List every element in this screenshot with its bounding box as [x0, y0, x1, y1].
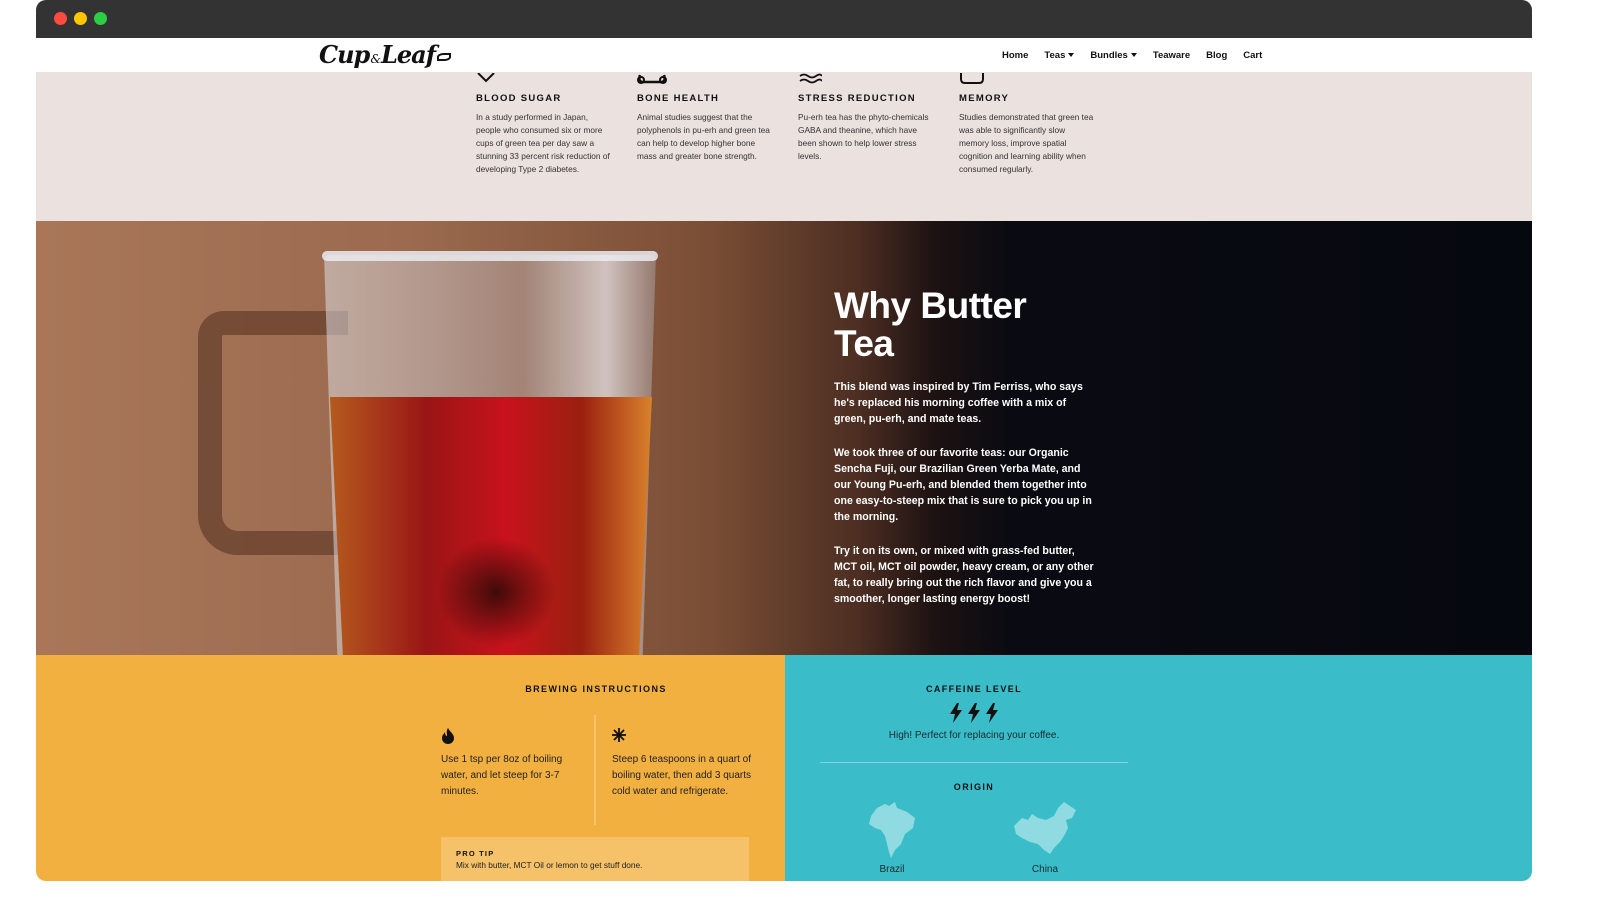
hero-paragraph: We took three of our favorite teas: our … [834, 447, 1092, 523]
tea-mug-photo [196, 247, 666, 655]
mug-rim [322, 251, 658, 261]
bone-icon [637, 72, 772, 84]
pro-tip-text: Mix with butter, MCT Oil or lemon to get… [456, 860, 643, 870]
close-window-button[interactable] [54, 12, 67, 25]
benefit-text: Studies demonstrated that green tea was … [959, 112, 1094, 174]
lightning-bolt-icon [950, 703, 962, 723]
origin-name: Brazil [879, 864, 905, 875]
caffeine-origin-section: CAFFEINE LEVEL High! Perfect for replaci… [785, 655, 1532, 881]
hero-paragraph: This blend was inspired by Tim Ferriss, … [834, 381, 1083, 425]
benefit-stress-reduction: STRESS REDUCTION Pu-erh tea has the phyt… [798, 72, 933, 163]
nav-teas-label: Teas [1044, 49, 1066, 61]
brew-hot: Use 1 tsp per 8oz of boiling water, and … [441, 728, 581, 800]
browser-window: Cup&Leaf Home Teas Bundles Teaware Blog … [36, 0, 1532, 881]
benefit-title: BONE HEALTH [637, 93, 720, 104]
benefit-blood-sugar: BLOOD SUGAR In a study performed in Japa… [476, 72, 611, 176]
maximize-window-button[interactable] [94, 12, 107, 25]
brewing-title: BREWING INSTRUCTIONS [525, 684, 667, 694]
logo-text-cup: Cup [319, 40, 370, 69]
leaf-icon [437, 52, 452, 61]
flame-icon [441, 728, 581, 744]
chevron-down-icon [476, 72, 611, 84]
benefit-text: In a study performed in Japan, people wh… [476, 112, 610, 174]
site-header: Cup&Leaf Home Teas Bundles Teaware Blog … [36, 38, 1532, 72]
nav-cart-label: Cart [1243, 49, 1263, 61]
mug-handle [198, 311, 348, 555]
nav-blog-label: Blog [1206, 49, 1228, 61]
brazil-map-icon [869, 802, 915, 858]
caret-down-icon [1130, 53, 1137, 57]
health-benefits-section: BLOOD SUGAR In a study performed in Japa… [36, 72, 1532, 221]
benefit-text: Pu-erh tea has the phyto-chemicals GABA … [798, 112, 929, 161]
main-nav: Home Teas Bundles Teaware Blog Cart [1002, 38, 1278, 72]
caffeine-divider [820, 762, 1128, 763]
pro-tip-label: PRO TIP [456, 849, 495, 858]
minimize-window-button[interactable] [74, 12, 87, 25]
hero-title-line1: Why Butter [834, 285, 1027, 326]
benefit-title: STRESS REDUCTION [798, 93, 916, 104]
brewing-instructions-section: BREWING INSTRUCTIONS Use 1 tsp per 8oz o… [36, 655, 785, 881]
nav-cart[interactable]: Cart [1243, 50, 1262, 61]
origin-china: China [1005, 800, 1085, 875]
pro-tip: PRO TIP Mix with butter, MCT Oil or lemo… [441, 837, 749, 881]
nav-blog[interactable]: Blog [1206, 50, 1227, 61]
origin-name: China [1031, 864, 1059, 875]
origin-brazil: Brazil [852, 800, 932, 875]
nav-teas[interactable]: Teas [1044, 49, 1075, 61]
site-logo[interactable]: Cup&Leaf [319, 39, 452, 71]
lightning-bolt-icon [986, 703, 998, 723]
snowflake-icon [612, 728, 752, 744]
brain-icon [959, 72, 1094, 84]
benefit-bone-health: BONE HEALTH Animal studies suggest that … [637, 72, 772, 163]
tea-bag [436, 537, 556, 647]
benefit-title: MEMORY [959, 93, 1010, 104]
waves-icon [798, 72, 933, 84]
lightning-bolt-icon [968, 703, 980, 723]
brew-iced-text: Steep 6 teaspoons in a quart of boiling … [612, 754, 751, 797]
hero-title-line2: Tea [834, 323, 894, 364]
benefit-title: BLOOD SUGAR [476, 93, 562, 104]
brew-hot-text: Use 1 tsp per 8oz of boiling water, and … [441, 754, 563, 797]
nav-home-label: Home [1002, 49, 1029, 61]
caffeine-description: High! Perfect for replacing your coffee. [888, 730, 1060, 741]
brew-iced: Steep 6 teaspoons in a quart of boiling … [612, 728, 752, 800]
caffeine-title: CAFFEINE LEVEL [925, 684, 1023, 694]
hero-copy: Why Butter Tea This blend was inspired by… [834, 287, 1094, 607]
nav-teaware-label: Teaware [1152, 49, 1191, 61]
why-butter-tea-section: Why Butter Tea This blend was inspired by… [36, 221, 1532, 655]
benefit-memory: MEMORY Studies demonstrated that green t… [959, 72, 1094, 176]
browser-titlebar [36, 0, 1532, 38]
origin-title: ORIGIN [953, 782, 995, 792]
hero-title: Why Butter Tea [834, 287, 1094, 363]
nav-bundles-label: Bundles [1090, 49, 1128, 61]
brew-divider [594, 715, 596, 825]
logo-text-leaf: Leaf [381, 40, 436, 69]
china-map-icon [1014, 802, 1076, 854]
caffeine-level-meter [820, 703, 1128, 723]
nav-home[interactable]: Home [1002, 50, 1028, 61]
caret-down-icon [1068, 53, 1075, 57]
nav-bundles[interactable]: Bundles [1090, 49, 1137, 61]
benefit-text: Animal studies suggest that the polyphen… [637, 112, 770, 161]
logo-ampersand: & [370, 52, 381, 66]
hero-paragraph: Try it on its own, or mixed with grass-f… [834, 545, 1094, 605]
nav-teaware[interactable]: Teaware [1153, 50, 1190, 61]
